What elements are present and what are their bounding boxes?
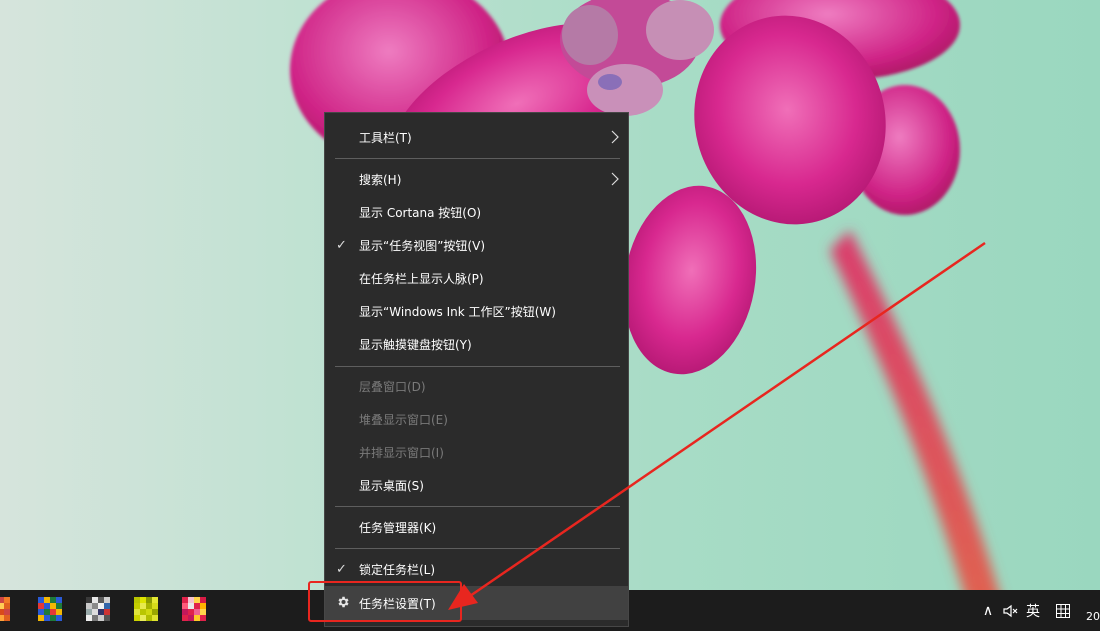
ime-mode-button[interactable] [1052, 590, 1074, 631]
checkmark-icon: ✓ [336, 562, 347, 577]
menu-separator [335, 506, 620, 507]
menu-item-show-touch-keyboard-button[interactable]: 显示触摸键盘按钮(Y) [325, 328, 628, 361]
taskbar-context-menu: 工具栏(T) 搜索(H) 显示 Cortana 按钮(O) ✓ 显示“任务视图”… [324, 112, 629, 627]
menu-item-label: 锁定任务栏(L) [359, 563, 436, 577]
show-hidden-icons-button[interactable]: ∧ [978, 590, 998, 631]
app-icon-2[interactable] [38, 597, 62, 621]
ime-grid-icon [1056, 603, 1070, 618]
menu-separator [335, 366, 620, 367]
menu-item-label: 显示触摸键盘按钮(Y) [359, 338, 472, 352]
menu-item-label: 任务管理器(K) [359, 521, 437, 535]
chevron-right-icon [611, 172, 619, 186]
menu-item-show-people[interactable]: 在任务栏上显示人脉(P) [325, 262, 628, 295]
menu-item-search[interactable]: 搜索(H) [325, 163, 628, 196]
menu-item-label: 并排显示窗口(I) [359, 446, 444, 460]
input-language-button[interactable]: 英 [1022, 590, 1044, 631]
menu-item-show-windows-ink-button[interactable]: 显示“Windows Ink 工作区”按钮(W) [325, 295, 628, 328]
app-icon-4[interactable] [134, 597, 158, 621]
menu-item-label: 显示“任务视图”按钮(V) [359, 239, 486, 253]
chevron-right-icon [611, 130, 619, 144]
app-icon-5[interactable] [182, 597, 206, 621]
menu-item-label: 显示桌面(S) [359, 479, 424, 493]
menu-item-label: 在任务栏上显示人脉(P) [359, 272, 484, 286]
menu-item-side-by-side-windows: 并排显示窗口(I) [325, 436, 628, 469]
menu-item-label: 堆叠显示窗口(E) [359, 413, 448, 427]
menu-item-show-task-view-button[interactable]: ✓ 显示“任务视图”按钮(V) [325, 229, 628, 262]
chevron-up-icon: ∧ [982, 602, 994, 619]
menu-item-stack-windows: 堆叠显示窗口(E) [325, 403, 628, 436]
clock-partial[interactable]: 20 [1086, 610, 1100, 623]
menu-item-task-manager[interactable]: 任务管理器(K) [325, 511, 628, 544]
volume-button[interactable] [1000, 590, 1020, 631]
speaker-muted-icon [1003, 604, 1018, 617]
menu-separator [335, 548, 620, 549]
menu-item-label: 显示 Cortana 按钮(O) [359, 206, 482, 220]
menu-item-toolbars[interactable]: 工具栏(T) [325, 121, 628, 154]
annotation-highlight-box [308, 581, 462, 622]
checkmark-icon: ✓ [336, 238, 347, 253]
menu-item-label: 显示“Windows Ink 工作区”按钮(W) [359, 305, 556, 319]
menu-item-label: 搜索(H) [359, 173, 402, 187]
app-icon-3[interactable] [86, 597, 110, 621]
menu-separator [335, 158, 620, 159]
menu-item-label: 层叠窗口(D) [359, 380, 426, 394]
menu-item-show-cortana-button[interactable]: 显示 Cortana 按钮(O) [325, 196, 628, 229]
menu-item-label: 工具栏(T) [359, 131, 412, 145]
app-icon-1[interactable] [0, 597, 10, 621]
menu-item-show-desktop[interactable]: 显示桌面(S) [325, 469, 628, 502]
menu-item-cascade-windows: 层叠窗口(D) [325, 370, 628, 403]
input-language-label: 英 [1026, 603, 1040, 620]
